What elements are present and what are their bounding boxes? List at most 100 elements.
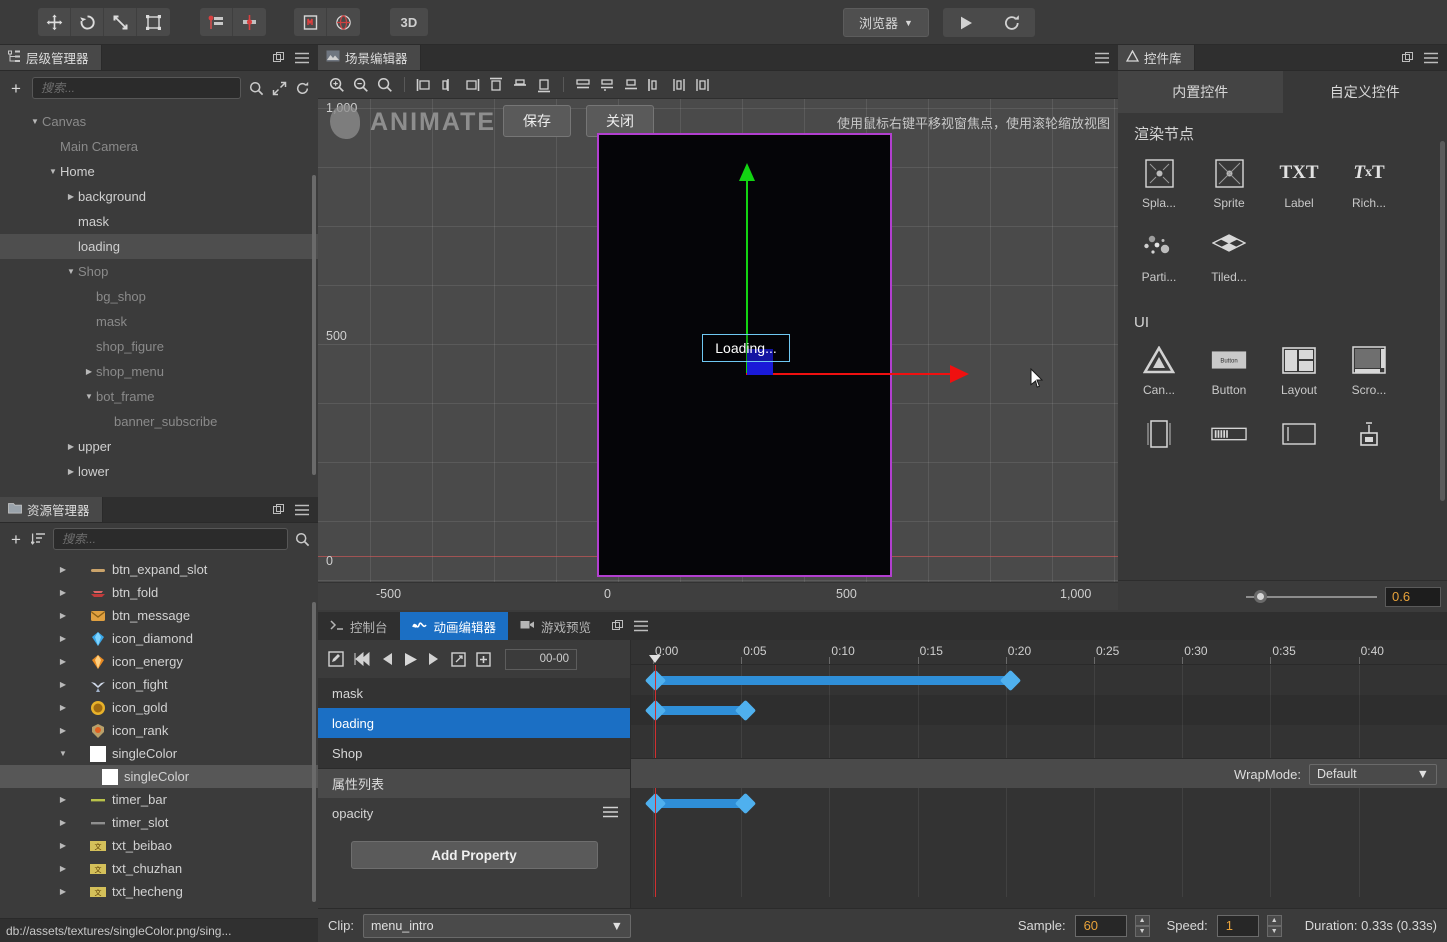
speed-stepper-up[interactable]: ▲ bbox=[1266, 914, 1282, 926]
assets-scrollbar[interactable] bbox=[312, 602, 316, 902]
hierarchy-node-bg-shop[interactable]: bg_shop bbox=[0, 284, 318, 309]
widget-canvas[interactable]: Can... bbox=[1124, 337, 1194, 411]
anim-track-shop[interactable]: Shop bbox=[318, 738, 630, 768]
hierarchy-tree[interactable]: ▼ Canvas Main Camera ▼ Home ▶ background mask lo… bbox=[0, 105, 318, 480]
chevron-down-icon[interactable]: ▼ bbox=[46, 167, 60, 176]
speed-stepper[interactable]: ▲ ▼ bbox=[1266, 914, 1282, 937]
hierarchy-node-shop[interactable]: ▼ Shop bbox=[0, 259, 318, 284]
widget-sprite[interactable]: Sprite bbox=[1194, 150, 1264, 224]
align-center-h-icon[interactable] bbox=[437, 74, 459, 96]
chevron-right-icon[interactable]: ▶ bbox=[56, 818, 70, 827]
tab-hierarchy[interactable]: 层级管理器 bbox=[0, 45, 102, 70]
tab-console[interactable]: 控制台 bbox=[318, 612, 400, 640]
chevron-right-icon[interactable]: ▶ bbox=[56, 887, 70, 896]
speed-stepper-down[interactable]: ▼ bbox=[1266, 925, 1282, 937]
distribute-h-left-icon[interactable] bbox=[572, 74, 594, 96]
zoom-in-icon[interactable] bbox=[326, 74, 348, 96]
hierarchy-scrollbar[interactable] bbox=[312, 175, 316, 475]
chevron-right-icon[interactable]: ▶ bbox=[64, 467, 78, 476]
global-coord-tool-button[interactable] bbox=[327, 8, 360, 36]
search-icon[interactable] bbox=[249, 81, 264, 96]
tab-scene-editor[interactable]: 场景编辑器 bbox=[318, 45, 421, 70]
play-button[interactable] bbox=[943, 8, 989, 37]
tab-custom-widgets[interactable]: 自定义控件 bbox=[1282, 71, 1447, 113]
rect-tool-button[interactable] bbox=[137, 8, 170, 36]
menu-icon[interactable] bbox=[295, 52, 309, 64]
zoom-slider-track[interactable] bbox=[1246, 589, 1377, 603]
anim-track-loading[interactable]: loading bbox=[318, 708, 630, 738]
anim-track-mask[interactable]: mask bbox=[318, 678, 630, 708]
save-button[interactable]: 保存 bbox=[503, 105, 571, 137]
widget-layout[interactable]: Layout bbox=[1264, 337, 1334, 411]
hierarchy-node-mask[interactable]: mask bbox=[0, 309, 318, 334]
distribute-h-right-icon[interactable] bbox=[620, 74, 642, 96]
tab-widget-library[interactable]: 控件库 bbox=[1118, 45, 1195, 70]
chevron-right-icon[interactable]: ▶ bbox=[56, 634, 70, 643]
widget-button[interactable]: Button Button bbox=[1194, 337, 1264, 411]
tab-builtin-widgets[interactable]: 内置控件 bbox=[1118, 71, 1283, 113]
distribute-v-bottom-icon[interactable] bbox=[692, 74, 714, 96]
hierarchy-node-background[interactable]: ▶ background bbox=[0, 184, 318, 209]
zoom-out-icon[interactable] bbox=[350, 74, 372, 96]
keyframe-bar-mask[interactable] bbox=[655, 675, 1010, 685]
hierarchy-node-main-camera[interactable]: Main Camera bbox=[0, 134, 318, 159]
rotate-tool-button[interactable] bbox=[71, 8, 104, 36]
align-bottom-icon[interactable] bbox=[533, 74, 555, 96]
hierarchy-search-input[interactable] bbox=[41, 81, 232, 95]
add-node-button[interactable]: + bbox=[8, 80, 24, 97]
search-icon[interactable] bbox=[295, 532, 310, 547]
refresh-button[interactable] bbox=[989, 8, 1035, 37]
hierarchy-node-shop-menu[interactable]: ▶ shop_menu bbox=[0, 359, 318, 384]
wrapmode-dropdown[interactable]: Default ▼ bbox=[1309, 763, 1437, 785]
selected-node-box[interactable]: Loading... bbox=[702, 334, 790, 362]
chevron-right-icon[interactable]: ▶ bbox=[82, 367, 96, 376]
keyframe-lane-Shop[interactable] bbox=[631, 725, 1447, 755]
chevron-right-icon[interactable]: ▶ bbox=[56, 864, 70, 873]
widget-progressbar[interactable] bbox=[1194, 411, 1264, 485]
menu-icon[interactable] bbox=[1424, 52, 1438, 64]
popout-icon[interactable] bbox=[1402, 51, 1414, 64]
speed-field[interactable]: 1 bbox=[1216, 914, 1259, 937]
chevron-right-icon[interactable]: ▶ bbox=[56, 726, 70, 735]
chevron-down-icon[interactable]: ▼ bbox=[64, 267, 78, 276]
tab-assets[interactable]: 资源管理器 bbox=[0, 497, 103, 522]
playhead[interactable] bbox=[655, 788, 656, 897]
property-name-list[interactable]: opacity bbox=[318, 798, 630, 828]
anim-property-opacity[interactable]: opacity bbox=[318, 798, 630, 828]
widget-scrollview[interactable]: Scro... bbox=[1334, 337, 1404, 411]
asset-item-timer_bar[interactable]: ▶ timer_bar bbox=[0, 788, 318, 811]
current-time-field[interactable]: 00-00 bbox=[505, 648, 577, 670]
tab-animation-editor[interactable]: 动画编辑器 bbox=[399, 612, 509, 640]
chevron-down-icon[interactable]: ▼ bbox=[82, 392, 96, 401]
hierarchy-node-banner-subscribe[interactable]: banner_subscribe bbox=[0, 409, 318, 434]
distribute-h-center-icon[interactable] bbox=[596, 74, 618, 96]
add-property-button[interactable]: Add Property bbox=[350, 841, 598, 869]
asset-item-btn_message[interactable]: ▶ btn_message bbox=[0, 604, 318, 627]
align-left-icon[interactable] bbox=[413, 74, 435, 96]
asset-item-btn_expand_slot[interactable]: ▶ btn_expand_slot bbox=[0, 558, 318, 581]
timeline-area[interactable]: 0:00 0:05 0:10 0:15 0:20 0:25 0:30 0:35 0:40 Wra… bbox=[631, 640, 1447, 942]
asset-item-singlecolor[interactable]: ▼ singleColor bbox=[0, 742, 318, 765]
sample-stepper-up[interactable]: ▲ bbox=[1134, 914, 1150, 926]
timeline-ruler[interactable]: 0:00 0:05 0:10 0:15 0:20 0:25 0:30 0:35 0:40 bbox=[631, 640, 1447, 665]
widgets-scrollbar[interactable] bbox=[1440, 141, 1445, 501]
chevron-right-icon[interactable]: ▶ bbox=[64, 192, 78, 201]
asset-item-icon_energy[interactable]: ▶ icon_energy bbox=[0, 650, 318, 673]
browser-select-button[interactable]: 浏览器 ▼ bbox=[843, 8, 929, 37]
hierarchy-node-loading[interactable]: loading bbox=[0, 234, 318, 259]
hierarchy-node-shop-figure[interactable]: shop_figure bbox=[0, 334, 318, 359]
asset-item-icon_rank[interactable]: ▶ icon_rank bbox=[0, 719, 318, 742]
keyframe-bar-opacity[interactable] bbox=[655, 798, 745, 808]
align-top-icon[interactable] bbox=[485, 74, 507, 96]
chevron-down-icon[interactable]: ▼ bbox=[28, 117, 42, 126]
property-menu-icon[interactable] bbox=[603, 806, 618, 821]
menu-icon[interactable] bbox=[1095, 52, 1109, 64]
anchor-tool-button[interactable] bbox=[233, 8, 266, 36]
edit-mode-button[interactable] bbox=[328, 651, 344, 667]
add-keyframe-button[interactable] bbox=[476, 651, 491, 667]
popout-icon[interactable] bbox=[273, 503, 285, 516]
zoom-value-field[interactable]: 0.6 bbox=[1385, 586, 1441, 607]
property-track-area[interactable] bbox=[631, 788, 1447, 897]
asset-item-timer_slot[interactable]: ▶ timer_slot bbox=[0, 811, 318, 834]
menu-icon[interactable] bbox=[295, 504, 309, 516]
